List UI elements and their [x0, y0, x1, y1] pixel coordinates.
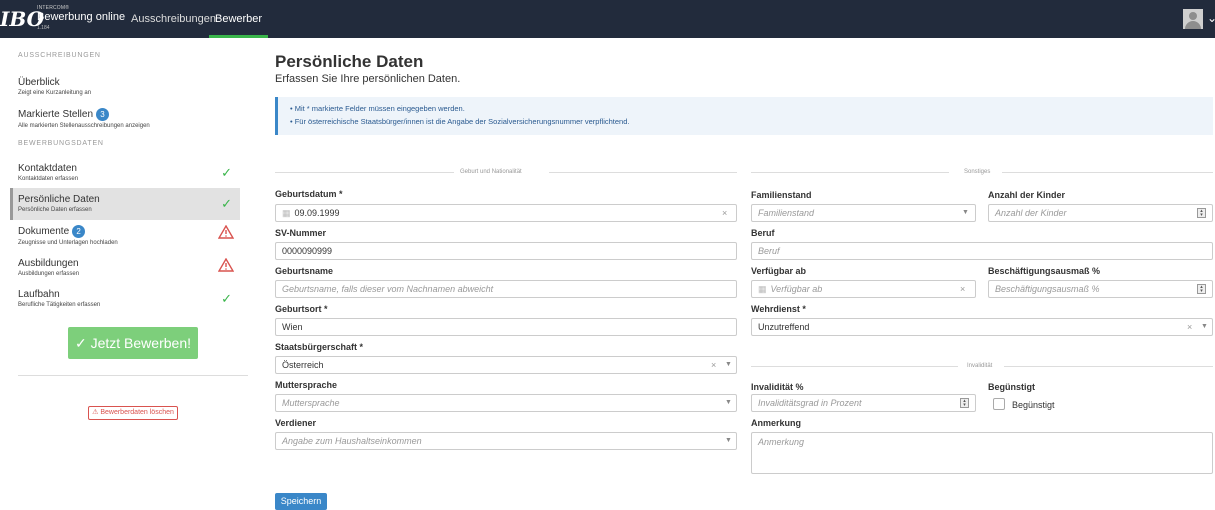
sidebar-item-label: Ausbildungen [18, 258, 79, 269]
wehrdienst-select[interactable]: Unzutreffend × ▼ [751, 318, 1213, 336]
kinder-field[interactable]: Anzahl der Kinder ▴ ▾ [988, 204, 1213, 222]
section-invaliditaet: Invalidität [751, 361, 1213, 371]
chevron-down-icon[interactable]: ▼ [725, 357, 732, 373]
clear-icon[interactable]: × [711, 357, 716, 373]
staatsbuergerschaft-label: Staatsbürgerschaft * [275, 342, 364, 352]
section-sonstiges: Sonstiges [751, 167, 1213, 177]
sidebar-item-laufbahn[interactable]: Laufbahn Berufliche Tätigkeiten erfassen… [10, 283, 240, 315]
sidebar-item-markierte-stellen[interactable]: Markierte Stellen 3 Alle markierten Stel… [10, 102, 240, 134]
ausmass-field[interactable]: Beschäftigungsausmaß % ▴ ▾ [988, 280, 1213, 298]
ausmass-label: Beschäftigungsausmaß % [988, 266, 1101, 276]
nav-ausschreibungen[interactable]: Ausschreibungen [125, 0, 222, 38]
user-avatar-icon[interactable] [1183, 9, 1203, 29]
beguenstigt-checkbox-label[interactable]: Begünstigt [1012, 400, 1055, 410]
geburtsname-label: Geburtsname [275, 266, 334, 276]
number-stepper-icon[interactable]: ▴ ▾ [960, 398, 969, 408]
nav-bewerber[interactable]: Bewerber [209, 0, 269, 38]
calendar-icon: ▦ [758, 284, 767, 294]
apply-button[interactable]: ✓ Jetzt Bewerben! [68, 327, 198, 359]
verdiener-label: Verdiener [275, 418, 317, 428]
invaliditaet-label: Invalidität % [751, 382, 804, 392]
clear-icon[interactable]: × [722, 205, 727, 221]
wehrdienst-label: Wehrdienst * [751, 304, 806, 314]
chevron-down-icon[interactable]: ▼ [725, 433, 732, 449]
anmerkung-textarea[interactable]: Anmerkung [751, 432, 1213, 474]
geburtsname-field[interactable]: Geburtsname, falls dieser vom Nachnamen … [275, 280, 737, 298]
familienstand-select[interactable]: Familienstand ▼ [751, 204, 976, 222]
sidebar-section-ausschreibungen: AUSSCHREIBUNGEN [18, 52, 101, 59]
user-menu-chevron-icon[interactable]: ⌄ [1207, 11, 1215, 25]
sidebar-item-label: Dokumente [18, 226, 70, 237]
sidebar-divider [18, 375, 248, 376]
sidebar-item-sub: Zeigt eine Kurzanleitung an [18, 90, 92, 96]
invaliditaet-field[interactable]: Invaliditätsgrad in Prozent ▴ ▾ [751, 394, 976, 412]
chevron-down-icon[interactable]: ▼ [1201, 319, 1208, 335]
delete-applicant-data-button[interactable]: ⚠ Bewerberdaten löschen [88, 406, 178, 420]
sidebar-item-label: Markierte Stellen [18, 109, 94, 120]
brand-title[interactable]: Bewerbung online [37, 11, 125, 23]
save-button[interactable]: Speichern [275, 493, 327, 510]
staatsbuergerschaft-select[interactable]: Österreich × ▼ [275, 356, 737, 374]
chevron-down-icon[interactable]: ▼ [725, 395, 732, 411]
calendar-icon: ▦ [282, 208, 291, 218]
number-stepper-icon[interactable]: ▴ ▾ [1197, 208, 1206, 218]
sv-nummer-label: SV-Nummer [275, 228, 327, 238]
warning-icon: ⚠ [92, 409, 99, 416]
sidebar-item-label: Überblick [18, 77, 60, 88]
verfuegbar-field[interactable]: ▦ Verfügbar ab × [751, 280, 976, 298]
sidebar-item-sub: Berufliche Tätigkeiten erfassen [18, 302, 101, 308]
section-geburt-nationalitaet: Geburt und Nationalität [275, 167, 737, 177]
count-badge: 3 [96, 108, 110, 121]
sidebar-item-persoenliche-daten[interactable]: Persönliche Daten Persönliche Daten erfa… [10, 188, 240, 220]
sidebar-item-label: Persönliche Daten [18, 194, 100, 205]
sidebar-item-dokumente[interactable]: Dokumente 2 Zeugnisse und Unterlagen hoc… [10, 219, 240, 251]
sidebar-item-sub: Zeugnisse und Unterlagen hochladen [18, 240, 118, 246]
sidebar-item-sub: Kontaktdaten erfassen [18, 176, 79, 182]
delete-button-label: Bewerberdaten löschen [100, 409, 174, 416]
info-box: • Mit * markierte Felder müssen eingegeb… [275, 97, 1213, 135]
clear-icon[interactable]: × [960, 281, 965, 297]
check-icon: ✓ [221, 165, 232, 180]
count-badge: 2 [72, 225, 86, 238]
sv-nummer-field[interactable]: 0000090999 [275, 242, 737, 260]
sidebar-item-sub: Ausbildungen erfassen [18, 271, 80, 277]
page-subtitle: Erfassen Sie Ihre persönlichen Daten. [275, 73, 461, 85]
beruf-label: Beruf [751, 228, 775, 238]
check-icon: ✓ [221, 291, 232, 306]
app-version: 1.184 [37, 25, 50, 31]
beguenstigt-label: Begünstigt [988, 382, 1035, 392]
info-line: • Für österreichische Staatsbürger/innen… [290, 117, 630, 126]
warning-icon [218, 225, 234, 239]
verfuegbar-label: Verfügbar ab [751, 266, 807, 276]
beruf-field[interactable]: Beruf [751, 242, 1213, 260]
info-line: • Mit * markierte Felder müssen eingegeb… [290, 104, 465, 113]
geburtsdatum-label: Geburtsdatum * [275, 189, 343, 199]
muttersprache-label: Muttersprache [275, 380, 338, 390]
sidebar-section-bewerbungsdaten: BEWERBUNGSDATEN [18, 140, 104, 147]
sidebar-item-sub: Alle markierten Stellenausschreibungen a… [18, 123, 150, 129]
clear-icon[interactable]: × [1187, 319, 1192, 335]
sidebar-item-label: Laufbahn [18, 289, 60, 300]
page-title: Persönliche Daten [275, 52, 424, 71]
geburtsort-field[interactable]: Wien [275, 318, 737, 336]
top-navbar: IBO INTERCOM® Bewerbung online 1.184 Aus… [0, 0, 1215, 38]
verdiener-select[interactable]: Angabe zum Haushaltseinkommen ▼ [275, 432, 737, 450]
sidebar-item-sub: Persönliche Daten erfassen [18, 207, 92, 213]
sidebar-item-ueberblick[interactable]: Überblick Zeigt eine Kurzanleitung an [10, 71, 240, 103]
geburtsdatum-field[interactable]: ▦ 09.09.1999 × [275, 204, 737, 222]
geburtsort-label: Geburtsort * [275, 304, 328, 314]
chevron-down-icon[interactable]: ▼ [962, 205, 969, 221]
number-stepper-icon[interactable]: ▴ ▾ [1197, 284, 1206, 294]
anmerkung-label: Anmerkung [751, 418, 802, 428]
muttersprache-select[interactable]: Muttersprache ▼ [275, 394, 737, 412]
beguenstigt-checkbox[interactable] [993, 398, 1005, 410]
sidebar-item-ausbildungen[interactable]: Ausbildungen Ausbildungen erfassen [10, 252, 240, 284]
sidebar-item-label: Kontaktdaten [18, 163, 77, 174]
sidebar: AUSSCHREIBUNGEN Überblick Zeigt eine Kur… [0, 38, 260, 510]
sidebar-item-kontaktdaten[interactable]: Kontaktdaten Kontaktdaten erfassen ✓ [10, 157, 240, 189]
familienstand-label: Familienstand [751, 190, 812, 200]
warning-icon [218, 258, 234, 272]
check-icon: ✓ [221, 196, 232, 211]
kinder-label: Anzahl der Kinder [988, 190, 1066, 200]
